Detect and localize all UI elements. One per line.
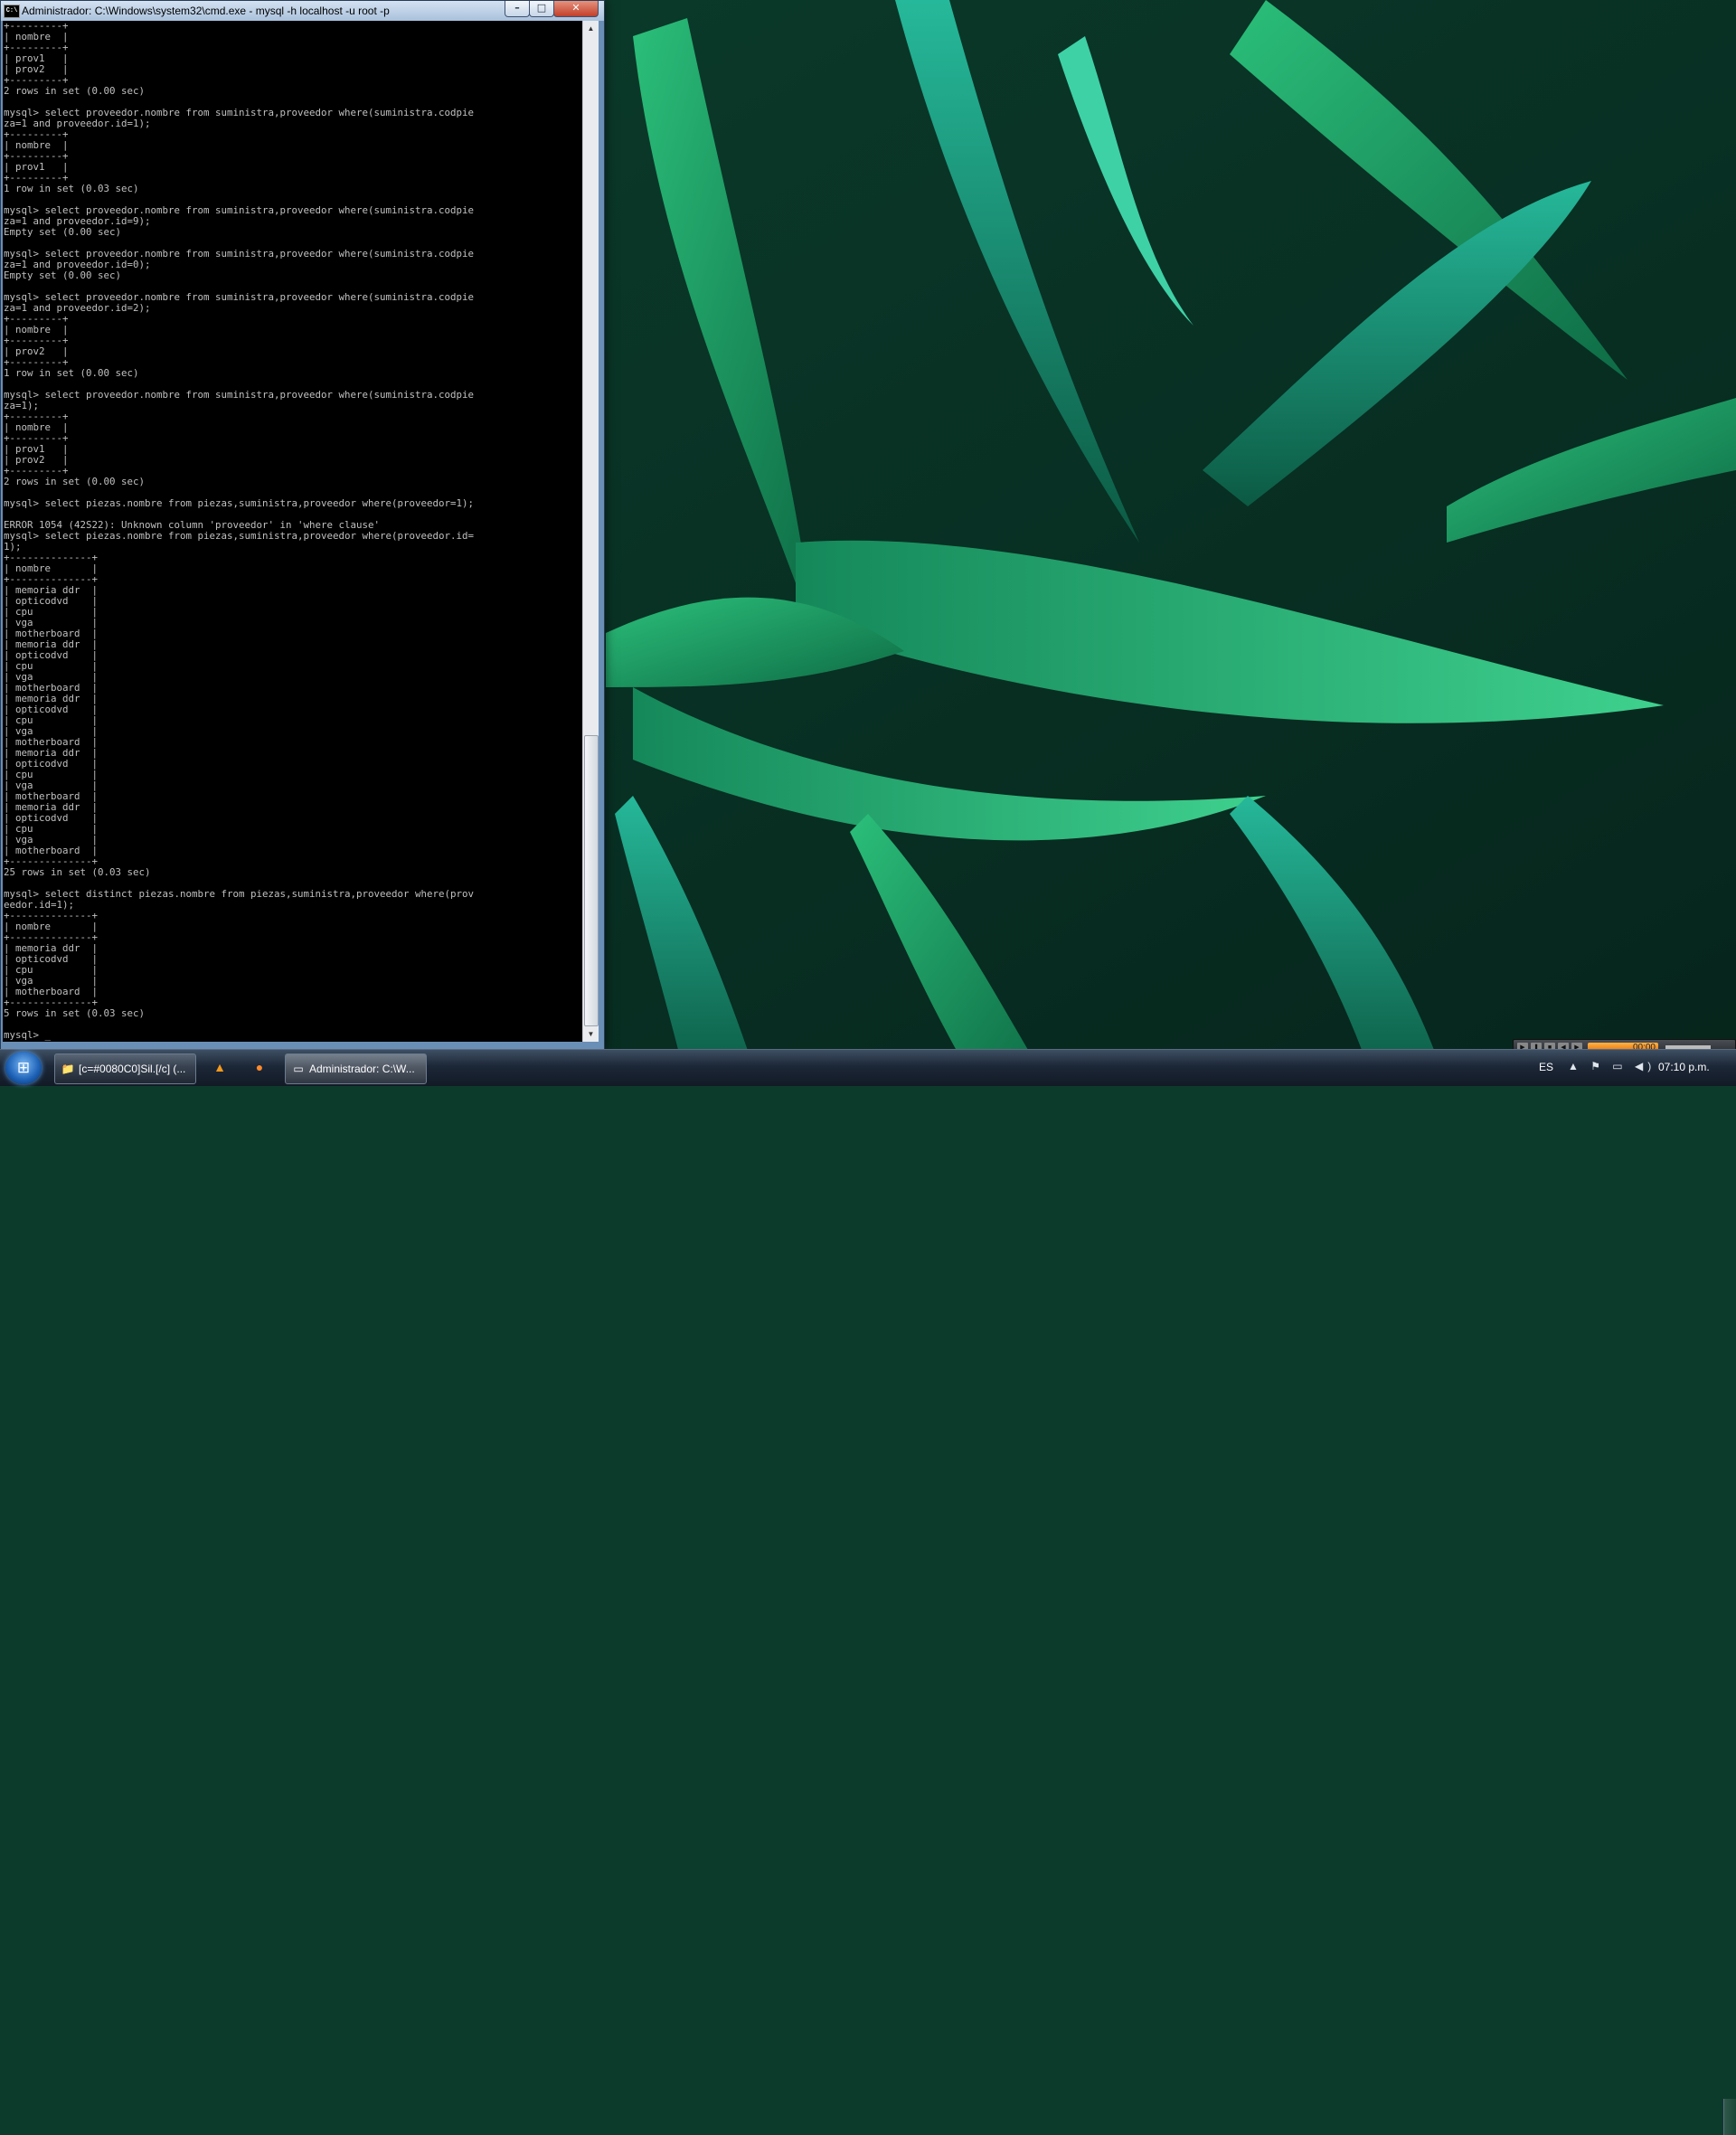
- taskbar-item-cmd[interactable]: ▭ Administrador: C:\W...: [285, 1053, 427, 1084]
- show-desktop-button[interactable]: [1723, 2099, 1736, 2135]
- start-button[interactable]: ⊞: [5, 1052, 42, 1084]
- scroll-thumb[interactable]: [584, 735, 599, 1026]
- clock[interactable]: 07:10 p.m.: [1658, 1061, 1710, 1073]
- maximize-button[interactable]: □: [529, 1, 554, 17]
- taskbar-item-label: [c=#0080C0]Sil.[/c] (...: [79, 1063, 186, 1075]
- cmd-icon: ▭: [293, 1063, 304, 1075]
- close-button[interactable]: ✕: [553, 1, 599, 17]
- taskbar-item-explorer[interactable]: 📁 [c=#0080C0]Sil.[/c] (...: [54, 1053, 196, 1084]
- cmd-icon: C:\: [4, 5, 20, 18]
- console-output[interactable]: +---------+ | nombre | +---------+ | pro…: [3, 21, 582, 1042]
- taskbar-item-label: Administrador: C:\W...: [309, 1063, 415, 1075]
- console-text: +---------+ | nombre | +---------+ | pro…: [4, 21, 475, 1041]
- minimize-button[interactable]: –: [505, 1, 530, 17]
- firefox-icon[interactable]: ●: [250, 1057, 269, 1077]
- window-titlebar[interactable]: C:\ Administrador: C:\Windows\system32\c…: [1, 1, 604, 21]
- console-window[interactable]: C:\ Administrador: C:\Windows\system32\c…: [0, 0, 605, 1051]
- language-indicator[interactable]: ES: [1539, 1061, 1553, 1073]
- scroll-up-arrow-icon[interactable]: ▲: [583, 21, 599, 36]
- vertical-scrollbar[interactable]: ▲ ▼: [582, 21, 599, 1042]
- scroll-down-arrow-icon[interactable]: ▼: [583, 1026, 599, 1042]
- folder-icon: 📁: [61, 1063, 75, 1075]
- tray-icons[interactable]: ▲ ⚑ ▭ ◀): [1568, 1060, 1656, 1072]
- vlc-icon[interactable]: ▲: [210, 1057, 230, 1077]
- window-title: Administrador: C:\Windows\system32\cmd.e…: [22, 5, 390, 17]
- taskbar: ⊞ 📁 [c=#0080C0]Sil.[/c] (... ▲ ● ▭ Adminis…: [0, 1049, 1736, 2135]
